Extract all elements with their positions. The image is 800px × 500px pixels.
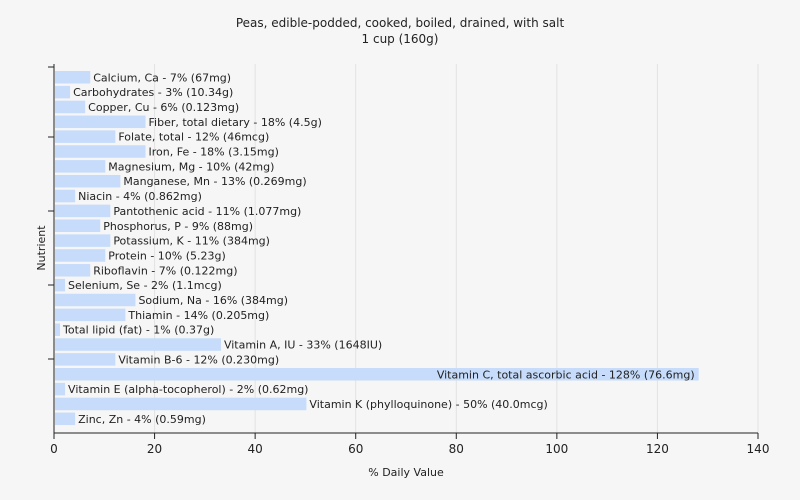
chart-root: Peas, edible-podded, cooked, boiled, dra… (0, 0, 800, 500)
bar-label: Calcium, Ca - 7% (67mg) (93, 71, 231, 84)
bar-label: Vitamin C, total ascorbic acid - 128% (7… (437, 368, 695, 381)
bar (55, 145, 146, 158)
bar (55, 100, 86, 114)
bar-label: Manganese, Mn - 13% (0.269mg) (123, 175, 306, 188)
bar (55, 338, 221, 351)
bar (55, 412, 76, 426)
bar (55, 323, 61, 336)
bar (55, 219, 101, 232)
bar-label: Niacin - 4% (0.862mg) (78, 190, 202, 203)
bar-label: Copper, Cu - 6% (0.123mg) (88, 101, 239, 114)
x-tick-label: 0 (50, 442, 58, 456)
bar (55, 382, 66, 396)
bar-label: Carbohydrates - 3% (10.34g) (73, 86, 233, 99)
bar-label: Riboflavin - 7% (0.122mg) (93, 264, 237, 277)
bar (55, 189, 76, 203)
bar-label: Magnesium, Mg - 10% (42mg) (108, 160, 274, 173)
bar-label: Total lipid (fat) - 1% (0.37g) (62, 324, 214, 337)
bar (55, 130, 116, 143)
bar-label: Potassium, K - 11% (384mg) (113, 235, 270, 248)
bar-label: Phosphorus, P - 9% (88mg) (103, 220, 253, 233)
bar-label: Zinc, Zn - 4% (0.59mg) (78, 413, 206, 426)
bar (55, 174, 121, 188)
x-tick-label: 20 (147, 442, 162, 456)
x-tick-label: 100 (545, 442, 568, 456)
bar-label: Protein - 10% (5.23g) (108, 249, 226, 262)
bar-label: Selenium, Se - 2% (1.1mcg) (68, 279, 222, 292)
bar (55, 234, 111, 247)
x-tick-label: 80 (449, 442, 464, 456)
bar (55, 264, 91, 277)
bar (55, 85, 71, 99)
bar-label: Vitamin A, IU - 33% (1648IU) (224, 339, 382, 352)
bar (55, 308, 126, 322)
bar-label: Sodium, Na - 16% (384mg) (138, 294, 288, 307)
bar-label: Vitamin B-6 - 12% (0.230mg) (118, 353, 279, 366)
bar (55, 293, 136, 307)
bar (55, 353, 116, 366)
bar (55, 249, 106, 262)
bar-label: Pantothenic acid - 11% (1.077mg) (113, 205, 301, 218)
x-tick-label: 40 (248, 442, 263, 456)
bar-chart: Calcium, Ca - 7% (67mg) Carbohydrates - 3… (35, 64, 770, 479)
bar-label: Folate, total - 12% (46mcg) (118, 131, 269, 144)
bar (55, 160, 106, 173)
bar (55, 204, 111, 218)
x-tick-label: 120 (646, 442, 669, 456)
bar-label: Fiber, total dietary - 18% (4.5g) (149, 116, 322, 129)
bar-label: Thiamin - 14% (0.205mg) (127, 309, 269, 322)
bar (55, 397, 307, 411)
bar-label: Iron, Fe - 18% (3.15mg) (149, 146, 279, 159)
x-tick-label: 140 (747, 442, 770, 456)
x-tick-label: 60 (348, 442, 363, 456)
x-axis-title: % Daily Value (368, 466, 444, 479)
y-axis-title: Nutrient (35, 225, 48, 271)
bar (55, 71, 91, 84)
bar-label: Vitamin K (phylloquinone) - 50% (40.0mcg… (309, 398, 547, 411)
bar (55, 115, 146, 129)
bar-label: Vitamin E (alpha-tocopherol) - 2% (0.62m… (68, 383, 308, 396)
bar (55, 278, 66, 292)
